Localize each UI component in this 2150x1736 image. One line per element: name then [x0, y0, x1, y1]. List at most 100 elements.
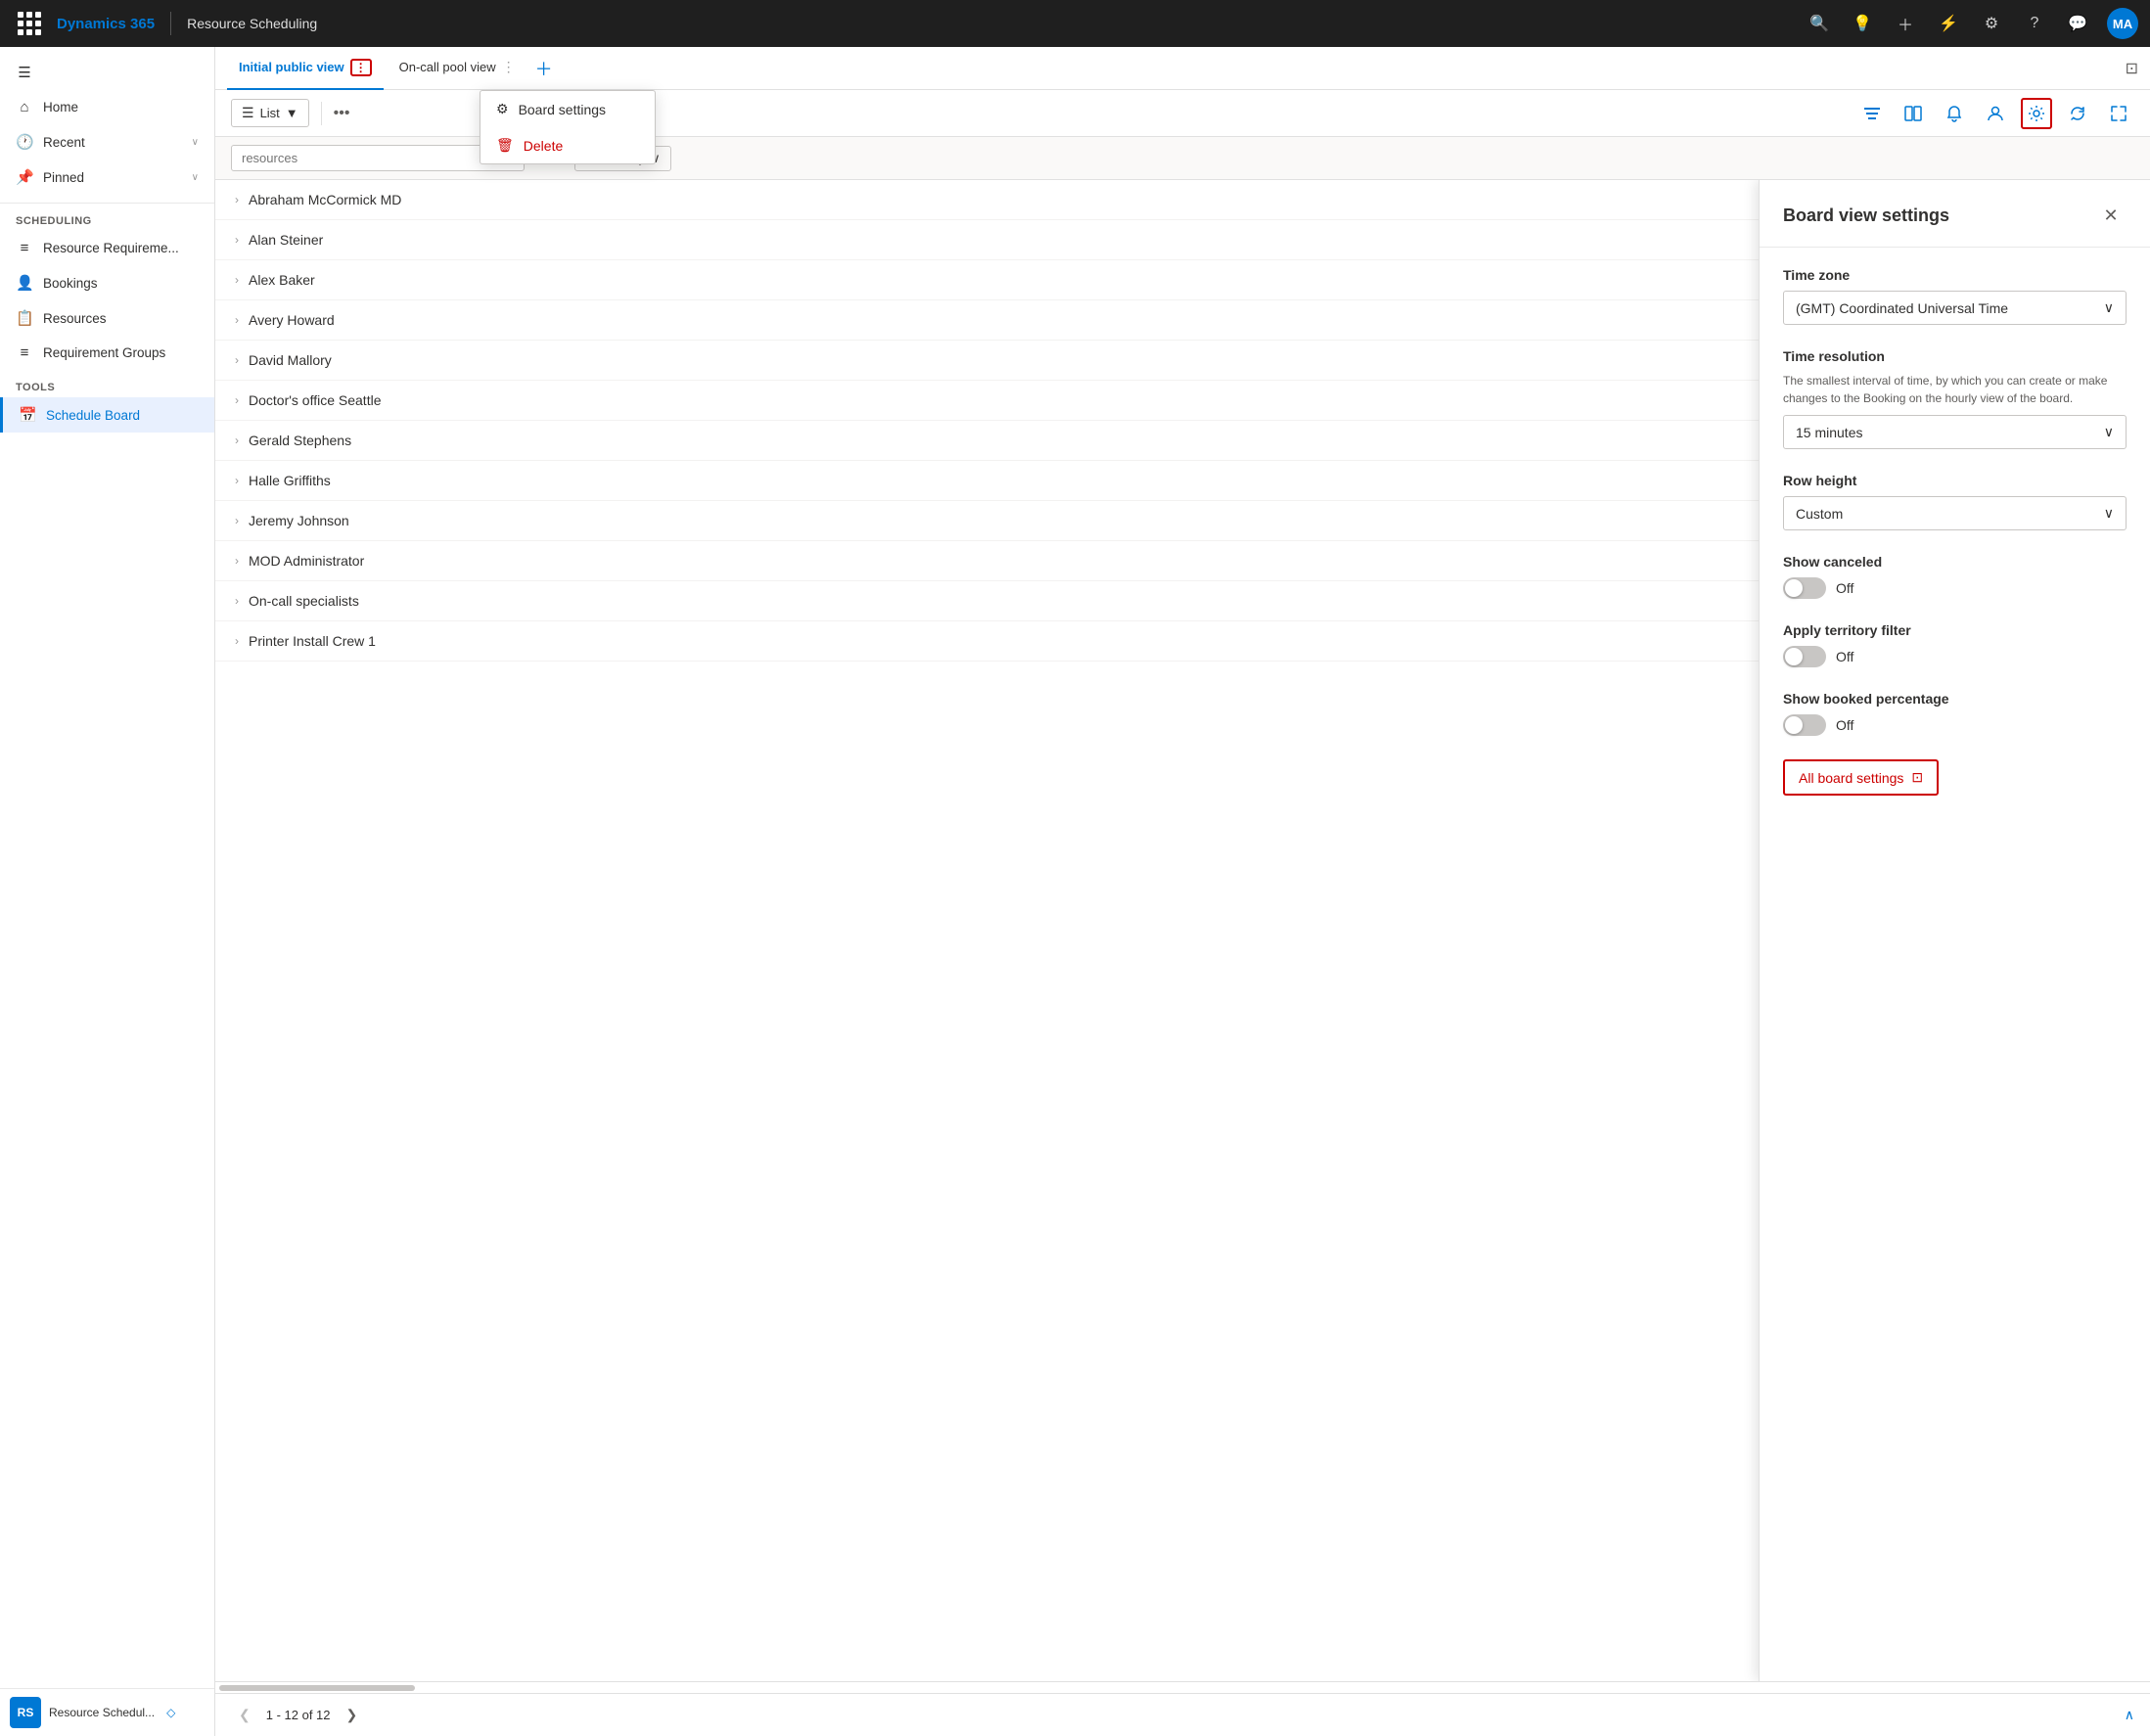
- top-nav-right: 🔍 💡 ＋ ⚡ ⚙ ? 💬 MA: [1806, 8, 2138, 39]
- sidebar-item-resource-requirements[interactable]: ≡ Resource Requireme...: [0, 231, 214, 265]
- main-layout: ☰ ⌂ Home 🕐 Recent ∨ 📌 Pinned ∨ Schedulin…: [0, 47, 2150, 1736]
- tab-label-oncall: On-call pool view: [399, 60, 496, 74]
- booked-percentage-field: Show booked percentage Off: [1783, 691, 2127, 736]
- item-chevron: ›: [235, 353, 239, 367]
- filter-view-icon[interactable]: [1856, 98, 1888, 129]
- timezone-label: Time zone: [1783, 267, 2127, 283]
- sidebar-label-recent: Recent: [43, 135, 85, 150]
- sidebar-item-resources[interactable]: 📋 Resources: [0, 300, 214, 336]
- settings-title: Board view settings: [1783, 206, 1949, 226]
- timezone-value: (GMT) Coordinated Universal Time: [1796, 300, 2008, 316]
- sidebar-item-requirement-groups[interactable]: ≡ Requirement Groups: [0, 336, 214, 370]
- collapse-button[interactable]: ∧: [2125, 1707, 2134, 1723]
- add-icon[interactable]: ＋: [1892, 10, 1919, 37]
- sidebar-item-home[interactable]: ⌂ Home: [0, 90, 214, 124]
- sidebar-item-recent[interactable]: 🕐 Recent ∨: [0, 124, 214, 160]
- show-canceled-label: Show canceled: [1783, 554, 2127, 570]
- sidebar-label-home: Home: [43, 100, 78, 114]
- expand-icon[interactable]: [2103, 98, 2134, 129]
- all-settings-label: All board settings: [1799, 770, 1903, 786]
- timezone-field: Time zone (GMT) Coordinated Universal Ti…: [1783, 267, 2127, 325]
- time-resolution-field: Time resolution The smallest interval of…: [1783, 348, 2127, 449]
- filter-icon[interactable]: ⚡: [1935, 10, 1962, 37]
- booked-toggle[interactable]: [1783, 714, 1826, 736]
- row-height-chevron: ∨: [2104, 505, 2114, 522]
- req-groups-icon: ≡: [16, 344, 33, 361]
- tab-more-button[interactable]: ⋮: [350, 59, 372, 76]
- territory-toggle[interactable]: [1783, 646, 1826, 667]
- sidebar-label-pinned: Pinned: [43, 170, 84, 185]
- prev-page-button[interactable]: ❮: [231, 1703, 258, 1727]
- item-chevron: ›: [235, 594, 239, 608]
- refresh-icon[interactable]: [2062, 98, 2093, 129]
- horizontal-scrollbar[interactable]: [215, 1681, 2150, 1693]
- row-height-value: Custom: [1796, 506, 1843, 522]
- row-height-select[interactable]: Custom ∨: [1783, 496, 2127, 530]
- chat-icon[interactable]: 💬: [2064, 10, 2091, 37]
- sidebar-label-requirements: Resource Requireme...: [43, 241, 179, 255]
- next-page-button[interactable]: ❯: [339, 1703, 366, 1727]
- timezone-select[interactable]: (GMT) Coordinated Universal Time ∨: [1783, 291, 2127, 325]
- notify-icon[interactable]: [1939, 98, 1970, 129]
- resource-name: David Mallory: [249, 352, 332, 368]
- context-menu-delete[interactable]: 🗑 Delete: [480, 127, 655, 163]
- list-icon: ☰: [242, 105, 254, 121]
- row-height-label: Row height: [1783, 473, 2127, 488]
- settings-icon[interactable]: ⚙: [1978, 10, 2005, 37]
- view-toggle-button[interactable]: ☰ List ▼: [231, 99, 309, 127]
- gear-settings-icon[interactable]: [2021, 98, 2052, 129]
- search-icon[interactable]: 🔍: [1806, 10, 1833, 37]
- content-area: Initial public view ⋮ On-call pool view …: [215, 47, 2150, 1736]
- item-chevron: ›: [235, 273, 239, 287]
- show-canceled-toggle[interactable]: [1783, 577, 1826, 599]
- waffle-menu[interactable]: [12, 6, 47, 41]
- toolbar-more-button[interactable]: •••: [334, 105, 350, 122]
- scrollbar-thumb[interactable]: [219, 1685, 415, 1691]
- time-resolution-select[interactable]: 15 minutes ∨: [1783, 415, 2127, 449]
- tab-options-icon[interactable]: ⋮: [502, 59, 516, 75]
- sidebar: ☰ ⌂ Home 🕐 Recent ∨ 📌 Pinned ∨ Schedulin…: [0, 47, 215, 1736]
- pagination-bar: ❮ 1 - 12 of 12 ❯ ∧: [215, 1693, 2150, 1736]
- board-settings-icon: ⚙: [496, 101, 509, 117]
- tab-add-button[interactable]: ＋: [535, 56, 553, 81]
- tab-screen-icon[interactable]: ⊡: [2126, 59, 2138, 78]
- sidebar-item-schedule-board[interactable]: 📅 Schedule Board: [0, 397, 214, 433]
- show-canceled-state: Off: [1836, 580, 1853, 596]
- item-chevron: ›: [235, 554, 239, 568]
- context-menu-board-settings[interactable]: ⚙ Board settings: [480, 91, 655, 127]
- resources-icon: 📋: [16, 309, 33, 327]
- app-name[interactable]: Dynamics 365: [57, 16, 155, 32]
- board-settings-label: Board settings: [519, 102, 607, 117]
- sidebar-item-bookings[interactable]: 👤 Bookings: [0, 265, 214, 300]
- show-canceled-field: Show canceled Off: [1783, 554, 2127, 599]
- resource-name: MOD Administrator: [249, 553, 364, 569]
- toolbar-right: [1856, 98, 2134, 129]
- scheduling-section: Scheduling: [0, 204, 214, 231]
- time-resolution-desc: The smallest interval of time, by which …: [1783, 372, 2127, 407]
- sidebar-label-schedule-board: Schedule Board: [46, 408, 140, 423]
- tab-bar: Initial public view ⋮ On-call pool view …: [215, 47, 2150, 90]
- sidebar-hamburger[interactable]: ☰: [0, 55, 214, 90]
- tab-initial-public-view[interactable]: Initial public view ⋮: [227, 47, 384, 90]
- all-board-settings-button[interactable]: All board settings ⊡: [1783, 759, 1939, 796]
- toggle-thumb: [1785, 579, 1803, 597]
- resource-name: Doctor's office Seattle: [249, 392, 381, 408]
- sidebar-item-pinned[interactable]: 📌 Pinned ∨: [0, 160, 214, 195]
- item-chevron: ›: [235, 634, 239, 648]
- sidebar-footer: RS Resource Schedul... ◇: [0, 1688, 214, 1736]
- item-chevron: ›: [235, 514, 239, 527]
- lightbulb-icon[interactable]: 💡: [1849, 10, 1876, 37]
- time-resolution-label: Time resolution: [1783, 348, 2127, 364]
- help-icon[interactable]: ?: [2021, 10, 2048, 37]
- settings-close-button[interactable]: ✕: [2095, 200, 2127, 231]
- person-icon[interactable]: [1980, 98, 2011, 129]
- resource-name: Printer Install Crew 1: [249, 633, 376, 649]
- pagination-nav: ❮ 1 - 12 of 12 ❯: [231, 1703, 365, 1727]
- time-resolution-value: 15 minutes: [1796, 425, 1862, 440]
- tab-on-call-pool[interactable]: On-call pool view ⋮: [388, 47, 527, 90]
- bookings-icon: 👤: [16, 274, 33, 292]
- toggle-thumb: [1785, 648, 1803, 665]
- avatar[interactable]: MA: [2107, 8, 2138, 39]
- columns-icon[interactable]: [1898, 98, 1929, 129]
- timezone-chevron: ∨: [2104, 299, 2114, 316]
